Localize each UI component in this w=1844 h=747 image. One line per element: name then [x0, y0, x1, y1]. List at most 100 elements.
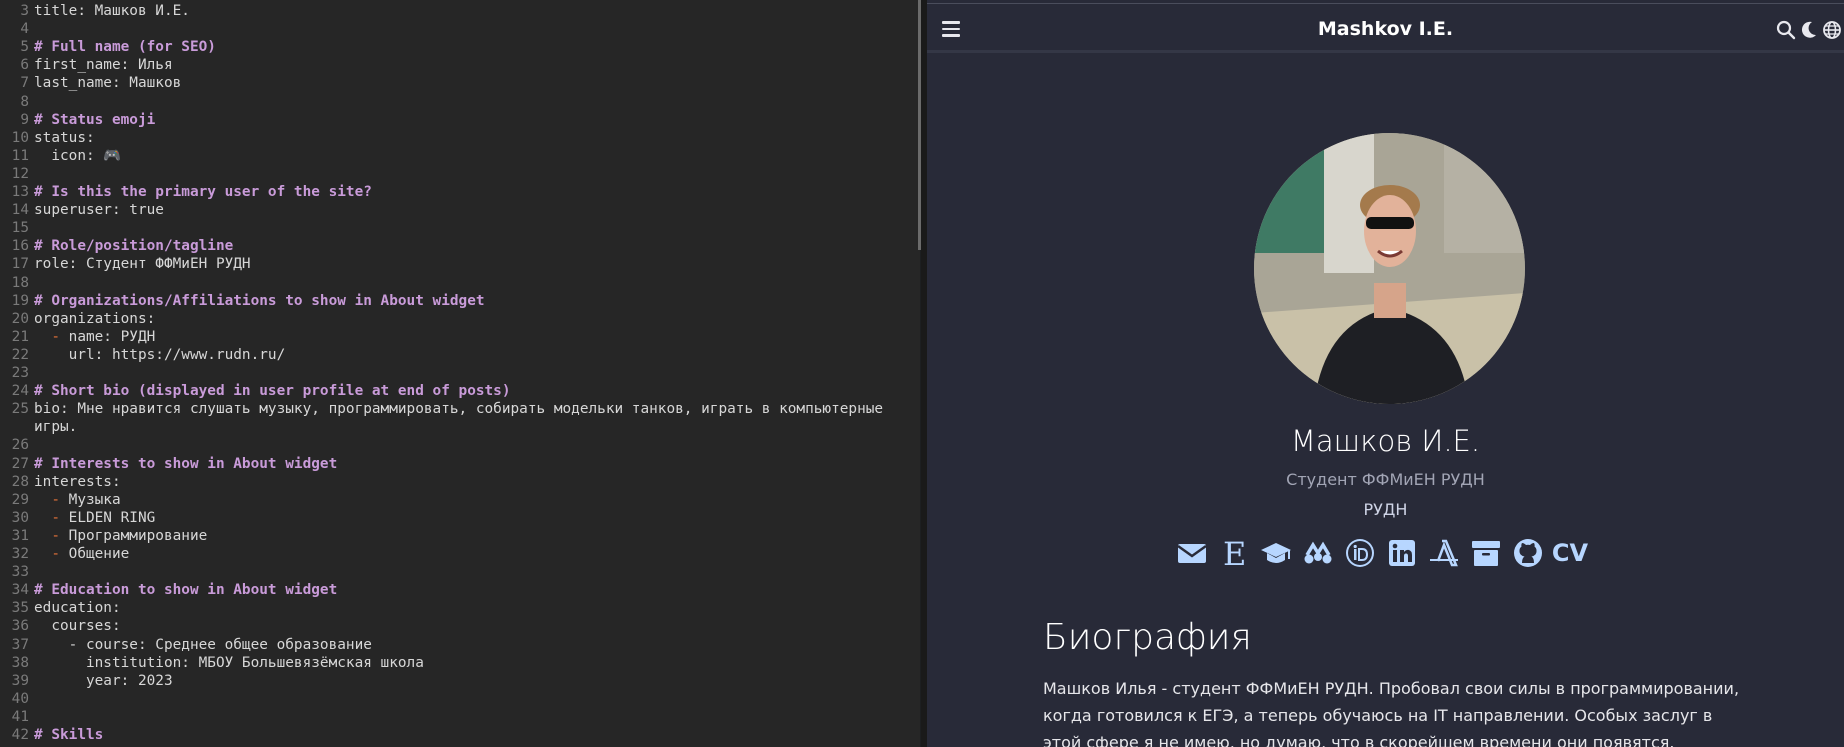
- code-line[interactable]: 14 superuser: true: [0, 201, 918, 219]
- browser-preview: Mashkov I.E. Машков И.Е. Студент ФФМиЕН …: [927, 0, 1844, 747]
- list-dash: -: [51, 328, 69, 345]
- code-text: education:: [34, 600, 121, 617]
- code-line[interactable]: 37 - course: Среднее общее образование: [0, 636, 918, 654]
- code-text: - ELDEN RING: [34, 509, 155, 527]
- line-number: 34: [11, 582, 29, 599]
- code-line[interactable]: 26: [0, 436, 918, 454]
- line-number: 26: [11, 437, 29, 454]
- code-line[interactable]: 24 # Short bio (displayed in user profile…: [0, 382, 918, 400]
- code-comment: # Interests to show in About widget: [34, 455, 338, 472]
- line-number: 6: [20, 57, 29, 74]
- code-value: Музыка: [68, 491, 121, 508]
- bio-text: Машков Илья - студент ФФМиЕН РУДН. Пробо…: [1043, 679, 1740, 747]
- line-number: 28: [11, 473, 29, 490]
- line-number: 35: [11, 600, 29, 617]
- code-line[interactable]: 21 - name: РУДН: [0, 328, 918, 346]
- code-line[interactable]: 15: [0, 219, 918, 237]
- a-letter-icon[interactable]: [1427, 536, 1461, 570]
- code-text: status:: [34, 129, 95, 146]
- code-line[interactable]: 41: [0, 708, 918, 726]
- code-text: year: 2023: [34, 672, 173, 689]
- code-line[interactable]: 39 year: 2023: [0, 672, 918, 690]
- code-line[interactable]: 31 - Программирование: [0, 527, 918, 545]
- code-line[interactable]: 16 # Role/position/tagline: [0, 237, 918, 255]
- code-line[interactable]: 13 # Is this the primary user of the site…: [0, 183, 918, 201]
- code-line[interactable]: 23: [0, 364, 918, 382]
- code-line[interactable]: 25 bio: Мне нравится слушать музыку, прог…: [0, 400, 918, 418]
- graduation-cap-icon[interactable]: [1259, 536, 1293, 570]
- line-number: 30: [11, 509, 29, 526]
- code-line[interactable]: 35 education:: [0, 599, 918, 617]
- line-number: 5: [20, 39, 29, 56]
- bio-heading: Биография: [1043, 617, 1252, 658]
- e-letter-icon[interactable]: E: [1217, 536, 1251, 570]
- code-line[interactable]: 30 - ELDEN RING: [0, 509, 918, 527]
- social-links: E CV: [1175, 535, 1588, 571]
- code-line[interactable]: 32 - Общение: [0, 545, 918, 563]
- code-text: first_name: Илья: [34, 57, 173, 74]
- orcid-icon[interactable]: [1343, 536, 1377, 570]
- code-comment: # Is this the primary user of the site?: [34, 184, 372, 200]
- code-line[interactable]: 11 icon: 🎮: [0, 147, 918, 165]
- line-number: 3: [20, 3, 29, 19]
- code-line[interactable]: 8: [0, 93, 918, 111]
- code-comment: # Status emoji: [34, 111, 156, 128]
- code-line[interactable]: 27 # Interests to show in About widget: [0, 455, 918, 473]
- code-line[interactable]: 9 # Status emoji: [0, 111, 918, 129]
- code-line[interactable]: 33: [0, 563, 918, 581]
- linkedin-icon[interactable]: [1385, 536, 1419, 570]
- code-line[interactable]: 18: [0, 274, 918, 292]
- code-value: Общение: [68, 546, 130, 562]
- code-text: - course: Среднее общее образование: [34, 636, 372, 653]
- code-value: ELDEN RING: [68, 509, 156, 526]
- code-line[interactable]: 36 courses:: [0, 617, 918, 635]
- line-number: 4: [20, 21, 29, 38]
- moon-icon[interactable]: [1799, 20, 1819, 40]
- code-text: last_name: Машков: [34, 75, 182, 92]
- globe-icon[interactable]: [1822, 20, 1842, 40]
- envelope-icon[interactable]: [1175, 536, 1209, 570]
- archive-icon[interactable]: [1469, 536, 1503, 570]
- code-line[interactable]: 4: [0, 20, 918, 38]
- code-line[interactable]: 40: [0, 690, 918, 708]
- line-number: 31: [11, 527, 29, 544]
- code-line[interactable]: 29 - Музыка: [0, 491, 918, 509]
- code-line[interactable]: 20 organizations:: [0, 310, 918, 328]
- list-dash: -: [51, 491, 69, 508]
- line-number: 9: [20, 111, 29, 128]
- code-editor[interactable]: 3 title: Машков И.Е. 4 5 # Full name (for SE…: [0, 0, 920, 747]
- code-line[interactable]: 12: [0, 165, 918, 183]
- code-line[interactable]: 19 # Organizations/Affiliations to show i…: [0, 292, 918, 310]
- site-title[interactable]: Mashkov I.E.: [927, 18, 1844, 40]
- code-comment: # Skills: [34, 727, 104, 743]
- line-number: 15: [11, 220, 29, 237]
- code-line[interactable]: 6 first_name: Илья: [0, 56, 918, 74]
- code-text: organizations:: [34, 310, 156, 327]
- line-number: 29: [11, 491, 29, 508]
- profile-organization[interactable]: РУДН: [927, 500, 1844, 519]
- mendeley-icon[interactable]: [1301, 536, 1335, 570]
- code-line[interactable]: 7 last_name: Машков: [0, 74, 918, 92]
- cv-icon[interactable]: CV: [1552, 536, 1588, 570]
- line-number: 41: [11, 708, 29, 725]
- github-icon[interactable]: [1511, 536, 1545, 570]
- code-line[interactable]: 17 role: Студент ФФМиЕН РУДН: [0, 255, 918, 273]
- search-icon[interactable]: [1776, 20, 1796, 40]
- code-line[interactable]: 10 status:: [0, 129, 918, 147]
- line-number: 10: [11, 129, 29, 146]
- line-number: 20: [11, 310, 29, 327]
- code-line[interactable]: 3 title: Машков И.Е.: [0, 2, 918, 20]
- code-line[interactable]: 42 # Skills: [0, 726, 918, 744]
- code-line[interactable]: 28 interests:: [0, 473, 918, 491]
- code-line[interactable]: 22 url: https://www.rudn.ru/: [0, 346, 918, 364]
- code-line[interactable]: 38 institution: МБОУ Большевязёмская шко…: [0, 654, 918, 672]
- code-line[interactable]: 34 # Education to show in About widget: [0, 581, 918, 599]
- code-text: - name: РУДН: [34, 328, 155, 346]
- code-line[interactable]: игры.: [0, 418, 918, 436]
- line-number: 27: [11, 455, 29, 472]
- code-text: courses:: [34, 618, 121, 635]
- code-line[interactable]: 5 # Full name (for SEO): [0, 38, 918, 56]
- line-number: 39: [11, 672, 29, 689]
